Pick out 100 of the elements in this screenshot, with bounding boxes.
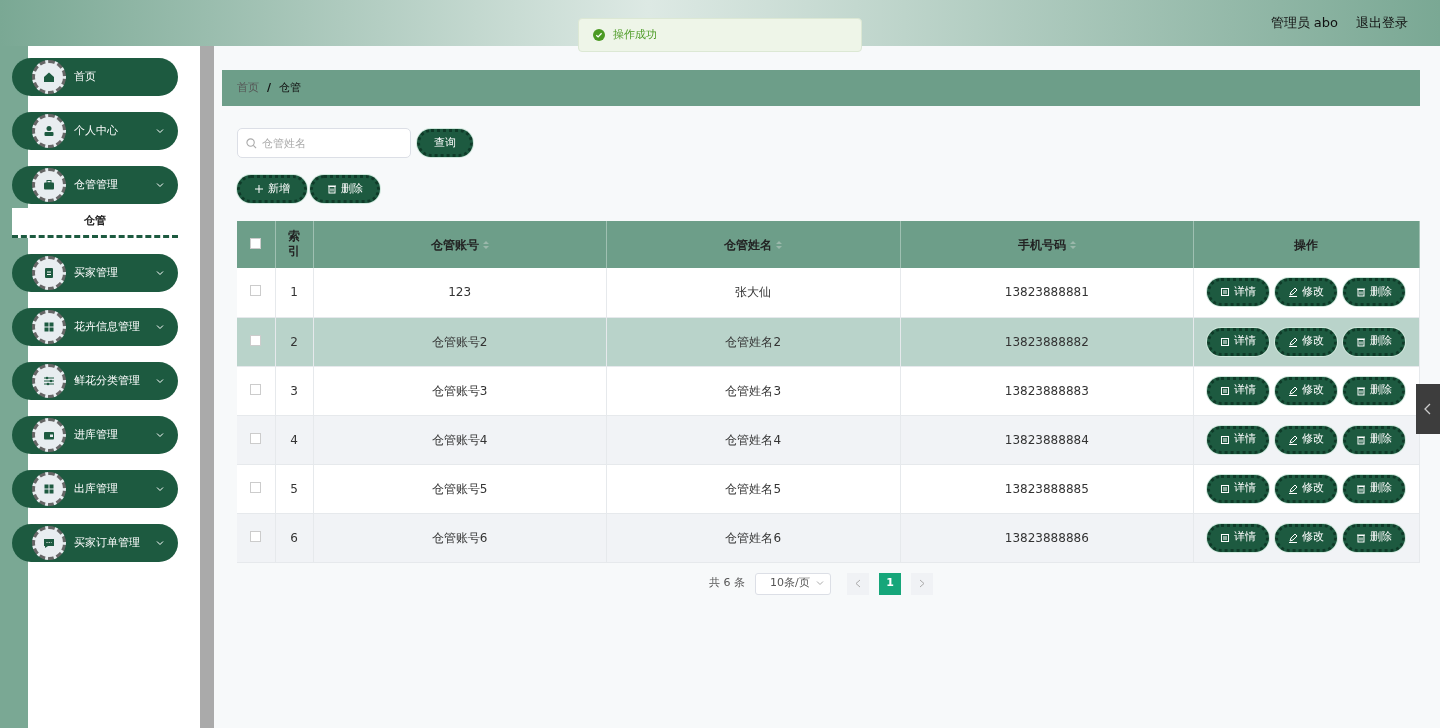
plus-icon bbox=[254, 184, 264, 194]
delete-button[interactable]: 删除 bbox=[1343, 278, 1406, 307]
table-cell: 13823888883 bbox=[1004, 383, 1089, 398]
select-all-checkbox[interactable] bbox=[250, 237, 262, 249]
table-cell: 张大仙 bbox=[735, 285, 772, 300]
chevron-down-icon bbox=[156, 324, 164, 330]
sort-icon[interactable] bbox=[482, 240, 489, 250]
menu-item[interactable]: 首页 bbox=[12, 58, 178, 96]
document-icon bbox=[1220, 483, 1231, 494]
column-header[interactable]: 操作 bbox=[1193, 221, 1420, 268]
chevron-down-icon bbox=[156, 182, 164, 188]
previous-page-button[interactable] bbox=[847, 572, 869, 595]
breadcrumb-current: 仓管 bbox=[279, 79, 302, 96]
table-cell: 13823888881 bbox=[1004, 285, 1089, 300]
delete-button[interactable]: 删除 bbox=[1343, 327, 1406, 356]
trash-icon bbox=[1356, 434, 1367, 445]
chevron-down-icon bbox=[156, 378, 164, 384]
row-checkbox[interactable] bbox=[250, 530, 262, 542]
chat-icon bbox=[42, 536, 56, 550]
pencil-icon bbox=[1288, 532, 1299, 543]
column-header[interactable]: 仓管姓名 bbox=[606, 221, 901, 268]
grid-icon bbox=[42, 320, 56, 334]
table-cell: 13823888884 bbox=[1004, 432, 1089, 447]
briefcase-icon bbox=[42, 178, 56, 192]
trash-icon bbox=[1356, 336, 1367, 347]
detail-button[interactable]: 详情 bbox=[1207, 523, 1270, 552]
table-row[interactable]: 3 仓管账号3 仓管姓名3 13823888883 详情 修改 删除 bbox=[237, 366, 1420, 415]
sort-icon[interactable] bbox=[1069, 240, 1076, 250]
chevron-down-icon bbox=[816, 581, 824, 586]
table-row[interactable]: 4 仓管账号4 仓管姓名4 13823888884 详情 修改 删除 bbox=[237, 415, 1420, 464]
home-icon bbox=[42, 70, 56, 84]
edit-button[interactable]: 修改 bbox=[1275, 327, 1338, 356]
table-cell: 仓管账号4 bbox=[431, 432, 488, 447]
menu-item[interactable]: 进库管理 bbox=[12, 416, 178, 454]
add-button[interactable]: 新增 bbox=[237, 175, 307, 203]
user-name: 管理员 abo bbox=[1270, 14, 1338, 33]
pencil-icon bbox=[1288, 385, 1299, 396]
sliders-icon bbox=[42, 374, 56, 388]
check-circle-icon bbox=[593, 29, 605, 41]
table-cell: 5 bbox=[290, 481, 298, 496]
scrollbar[interactable] bbox=[200, 46, 214, 728]
row-checkbox[interactable] bbox=[250, 481, 262, 493]
chevron-left-icon bbox=[1424, 403, 1432, 415]
detail-button[interactable]: 详情 bbox=[1207, 474, 1270, 503]
detail-button[interactable]: 详情 bbox=[1207, 278, 1270, 307]
grid-icon bbox=[42, 482, 56, 496]
delete-button[interactable]: 删除 bbox=[1343, 425, 1406, 454]
edit-button[interactable]: 修改 bbox=[1275, 278, 1338, 307]
menu-item[interactable]: 买家管理 bbox=[12, 254, 178, 292]
column-header[interactable]: 索引 bbox=[275, 221, 314, 268]
edit-button[interactable]: 修改 bbox=[1275, 523, 1338, 552]
detail-button[interactable]: 详情 bbox=[1207, 327, 1270, 356]
menu-item[interactable]: 鲜花分类管理 bbox=[12, 362, 178, 400]
detail-button[interactable]: 详情 bbox=[1207, 376, 1270, 405]
menu-item[interactable]: 买家订单管理 bbox=[12, 524, 178, 562]
edit-button[interactable]: 修改 bbox=[1275, 474, 1338, 503]
chevron-down-icon bbox=[156, 270, 164, 276]
clipboard-icon bbox=[42, 266, 56, 280]
table-cell: 13823888885 bbox=[1004, 481, 1089, 496]
row-checkbox[interactable] bbox=[250, 285, 262, 297]
delete-button[interactable]: 删除 bbox=[1343, 523, 1406, 552]
logout-link[interactable]: 退出登录 bbox=[1356, 13, 1408, 33]
table-row[interactable]: 5 仓管账号5 仓管姓名5 13823888885 详情 修改 删除 bbox=[237, 464, 1420, 513]
menu-item[interactable]: 出库管理 bbox=[12, 470, 178, 508]
menu-item[interactable]: 个人中心 bbox=[12, 112, 178, 150]
collapse-tab[interactable] bbox=[1416, 384, 1440, 434]
search-field[interactable]: 仓管姓名 bbox=[237, 128, 411, 158]
delete-button[interactable]: 删除 bbox=[1343, 376, 1406, 405]
table-cell: 13823888882 bbox=[1004, 334, 1089, 349]
page-size-select[interactable]: 10条/页 bbox=[755, 572, 831, 595]
pencil-icon bbox=[1288, 336, 1299, 347]
sort-icon[interactable] bbox=[776, 240, 783, 250]
table-row[interactable]: 2 仓管账号2 仓管姓名2 13823888882 详情 修改 删除 bbox=[237, 317, 1420, 366]
pencil-icon bbox=[1288, 287, 1299, 298]
row-checkbox[interactable] bbox=[250, 334, 262, 346]
table-row[interactable]: 6 仓管账号6 仓管姓名6 13823888886 详情 修改 删除 bbox=[237, 513, 1420, 562]
column-header[interactable]: 仓管账号 bbox=[313, 221, 607, 268]
chevron-down-icon bbox=[156, 128, 164, 134]
table-cell: 仓管姓名5 bbox=[725, 481, 781, 496]
chevron-right-icon bbox=[919, 579, 925, 588]
table-cell: 仓管账号3 bbox=[431, 383, 488, 398]
menu-item[interactable]: 仓管管理 bbox=[12, 166, 178, 204]
edit-button[interactable]: 修改 bbox=[1275, 376, 1338, 405]
chevron-down-icon bbox=[156, 486, 164, 492]
search-button[interactable]: 查询 bbox=[417, 129, 473, 157]
edit-button[interactable]: 修改 bbox=[1275, 425, 1338, 454]
menu-item[interactable]: 花卉信息管理 bbox=[12, 308, 178, 346]
delete-button[interactable]: 删除 bbox=[310, 175, 380, 203]
submenu-item[interactable]: 仓管 bbox=[12, 208, 178, 238]
detail-button[interactable]: 详情 bbox=[1207, 425, 1270, 454]
table-cell: 仓管姓名4 bbox=[725, 432, 781, 447]
row-checkbox[interactable] bbox=[250, 432, 262, 444]
table-row[interactable]: 1 123 张大仙 13823888881 详情 修改 删除 bbox=[237, 268, 1420, 317]
table-cell: 仓管姓名2 bbox=[725, 334, 781, 349]
row-checkbox[interactable] bbox=[250, 383, 262, 395]
pencil-icon bbox=[1288, 434, 1299, 445]
delete-button[interactable]: 删除 bbox=[1343, 474, 1406, 503]
toast-message: 操作成功 bbox=[613, 26, 657, 43]
next-page-button[interactable] bbox=[911, 572, 933, 595]
column-header[interactable]: 手机号码 bbox=[900, 221, 1194, 268]
